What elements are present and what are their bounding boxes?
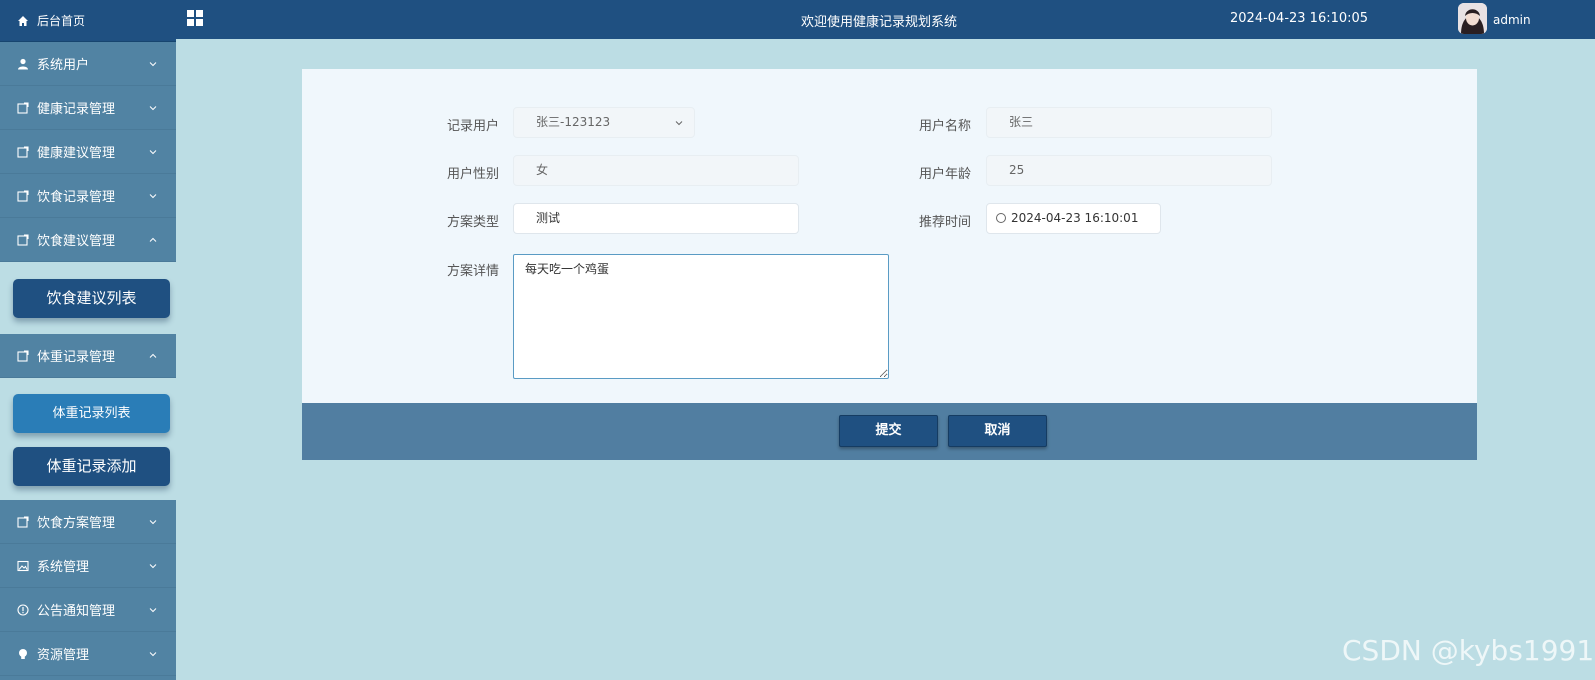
- home-icon: [18, 15, 28, 26]
- user-name-label: 用户名称: [919, 119, 972, 134]
- user-icon: [18, 58, 28, 69]
- sidebar-item-label: 饮食建议管理: [37, 234, 116, 249]
- sidebar-item-diet-plans[interactable]: 饮食方案管理: [0, 500, 176, 544]
- record-user-label: 记录用户: [447, 119, 500, 134]
- sidebar-subitem-diet-advice-list[interactable]: 饮食建议列表: [13, 279, 170, 318]
- chevron-down-icon: [149, 651, 157, 656]
- plan-type-value: 测试: [536, 211, 561, 225]
- sidebar-item-label: 体重记录管理: [37, 350, 116, 365]
- header-title: 欢迎使用健康记录规划系统: [800, 15, 957, 30]
- sidebar-item-system-users[interactable]: 系统用户: [0, 42, 176, 86]
- sidebar-item-label: 系统用户: [37, 58, 90, 73]
- gender-value: 女: [536, 163, 549, 177]
- form-card: 记录用户 张三-123123 用户名称 张三 用户性别 女 用户年龄 25 方案…: [302, 69, 1477, 403]
- chevron-down-icon: [149, 193, 157, 198]
- age-field[interactable]: 25: [986, 155, 1272, 186]
- edit-icon: [17, 101, 29, 114]
- sidebar-home-label: 后台首页: [37, 14, 86, 28]
- form-footer: 提交 取消: [302, 403, 1477, 460]
- picture-icon: [17, 560, 29, 571]
- time-value: 2024-04-23 16:10:01: [1011, 211, 1139, 225]
- age-label: 用户年龄: [919, 167, 972, 182]
- gender-field[interactable]: 女: [513, 155, 799, 186]
- record-user-value: 张三-123123: [536, 115, 611, 129]
- avatar[interactable]: [1458, 3, 1487, 34]
- cancel-button[interactable]: 取消: [948, 415, 1047, 447]
- chevron-down-icon: [149, 607, 157, 612]
- chevron-down-icon: [675, 121, 683, 126]
- sidebar-item-health-records[interactable]: 健康记录管理: [0, 86, 176, 130]
- user-name-field[interactable]: 张三: [986, 107, 1272, 138]
- age-value: 25: [1009, 163, 1025, 177]
- diet-advice-submenu: 饮食建议列表: [0, 262, 176, 334]
- sidebar-subitem-weight-add[interactable]: 体重记录添加: [13, 447, 170, 486]
- clock-icon: [996, 213, 1006, 223]
- sidebar-item-announcements[interactable]: 公告通知管理: [0, 588, 176, 632]
- top-header: 欢迎使用健康记录规划系统 2024-04-23 16:10:05 admin: [176, 0, 1595, 39]
- record-user-select[interactable]: 张三-123123: [513, 107, 695, 138]
- plan-type-input[interactable]: 测试: [513, 203, 799, 234]
- chevron-down-icon: [149, 519, 157, 524]
- sidebar-item-label: 健康记录管理: [37, 102, 116, 117]
- sidebar-item-label: 系统管理: [37, 560, 90, 575]
- chevron-down-icon: [149, 61, 157, 66]
- sidebar-item-label: 饮食方案管理: [37, 516, 116, 531]
- edit-icon: [17, 189, 29, 202]
- chevron-up-icon: [149, 237, 157, 242]
- chevron-down-icon: [149, 149, 157, 154]
- gender-label: 用户性别: [447, 167, 500, 182]
- chevron-down-icon: [149, 563, 157, 568]
- sidebar-item-system-admin[interactable]: 系统管理: [0, 544, 176, 588]
- time-picker[interactable]: 2024-04-23 16:10:01: [986, 203, 1161, 234]
- sidebar-item-label: 公告通知管理: [37, 604, 116, 619]
- weight-records-submenu: 体重记录列表 体重记录添加: [0, 378, 176, 500]
- avatar-image: [1458, 3, 1487, 34]
- detail-label: 方案详情: [447, 264, 500, 279]
- sidebar-item-label: 饮食记录管理: [37, 190, 116, 205]
- sidebar-item-diet-records[interactable]: 饮食记录管理: [0, 174, 176, 218]
- plan-type-label: 方案类型: [447, 215, 500, 230]
- sidebar-subitem-weight-list[interactable]: 体重记录列表: [13, 394, 170, 433]
- lightbulb-icon: [19, 648, 27, 659]
- user-name[interactable]: admin: [1493, 13, 1531, 27]
- edit-icon: [17, 515, 29, 528]
- sidebar-item-resources[interactable]: 资源管理: [0, 632, 176, 676]
- sidebar-item-weight-records[interactable]: 体重记录管理: [0, 334, 176, 378]
- sidebar-item-health-advice[interactable]: 健康建议管理: [0, 130, 176, 174]
- detail-textarea[interactable]: 每天吃一个鸡蛋: [513, 254, 889, 379]
- header-time: 2024-04-23 16:10:05: [1230, 11, 1369, 26]
- sidebar-item-label: 资源管理: [37, 648, 90, 663]
- sidebar-item-label: 健康建议管理: [37, 146, 116, 161]
- watermark: CSDN @kybs1991: [1342, 634, 1595, 667]
- sidebar-item-diet-advice[interactable]: 饮食建议管理: [0, 218, 176, 262]
- sidebar-home[interactable]: 后台首页: [0, 0, 176, 42]
- edit-icon: [17, 145, 29, 158]
- sidebar: 后台首页 系统用户 健康记录管理 健康建议管理 饮食记录管理 饮食建议管理 饮食…: [0, 0, 176, 680]
- edit-icon: [17, 349, 29, 362]
- user-name-value: 张三: [1009, 115, 1034, 129]
- info-icon: [17, 603, 29, 616]
- submit-button[interactable]: 提交: [839, 415, 938, 447]
- chevron-up-icon: [149, 353, 157, 358]
- time-label: 推荐时间: [919, 215, 972, 230]
- edit-icon: [17, 233, 29, 246]
- chevron-down-icon: [149, 105, 157, 110]
